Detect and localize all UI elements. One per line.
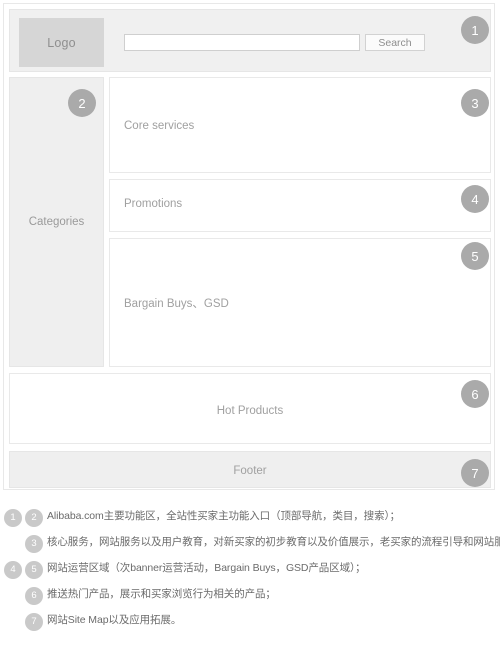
search-input[interactable] [124,34,360,51]
legend-badge-1: 1 [4,509,22,527]
legend-badge-7: 7 [25,613,43,631]
step-badge-3: 3 [461,89,489,117]
legend-text: Alibaba.com主要功能区，全站性买家主功能入口（顶部导航，类目，搜索）； [47,510,401,522]
legend-item: 6 推送热门产品，展示和买家浏览行为相关的产品； [0,583,500,609]
logo-label: Logo [47,35,76,50]
legend-badge-6: 6 [25,587,43,605]
step-badge-2: 2 [68,89,96,117]
panel-core-services-label: Core services [124,120,195,132]
legend-badge-2: 2 [25,509,43,527]
panel-core-services[interactable]: Core services [109,77,491,173]
panel-bargain-buys-gsd[interactable]: Bargain Buys、GSD [109,238,491,367]
legend-text: 推送热门产品，展示和买家浏览行为相关的产品； [47,588,276,600]
panel-footer-label: Footer [233,465,267,477]
legend-item: 1 2 Alibaba.com主要功能区，全站性买家主功能入口（顶部导航，类目，… [0,505,500,531]
wireframe-container: Logo Search 1 Categories 2 Core services… [3,3,495,490]
step-badge-5: 5 [461,242,489,270]
legend-item: 7 网站Site Map以及应用拓展。 [0,609,500,635]
legend-list: 1 2 Alibaba.com主要功能区，全站性买家主功能入口（顶部导航，类目，… [0,505,500,635]
header-panel: Logo Search [9,9,491,72]
categories-label: Categories [28,216,85,228]
legend-badge-4: 4 [4,561,22,579]
step-badge-6: 6 [461,380,489,408]
legend-item: 4 5 网站运营区域（次banner运营活动，Bargain Buys，GSD产… [0,557,500,583]
legend-text: 网站运营区域（次banner运营活动，Bargain Buys，GSD产品区域）… [47,562,366,574]
panel-footer[interactable]: Footer [9,451,491,488]
panel-promotions-label: Promotions [124,198,183,210]
panel-promotions[interactable]: Promotions [109,179,491,232]
step-badge-1: 1 [461,16,489,44]
search-button[interactable]: Search [365,34,425,51]
panel-hot-products[interactable]: Hot Products [9,373,491,444]
panel-bargain-buys-gsd-label: Bargain Buys、GSD [124,298,229,310]
legend-badge-3: 3 [25,535,43,553]
legend-text: 核心服务，网站服务以及用户教育，对新买家的初步教育以及价值展示，老买家的流程引导… [47,536,500,548]
step-badge-7: 7 [461,459,489,487]
step-badge-4: 4 [461,185,489,213]
logo-placeholder: Logo [19,18,104,67]
legend-item: 3 核心服务，网站服务以及用户教育，对新买家的初步教育以及价值展示，老买家的流程… [0,531,500,557]
legend-text: 网站Site Map以及应用拓展。 [47,614,182,626]
categories-sidebar[interactable]: Categories [9,77,104,367]
panel-hot-products-label: Hot Products [216,405,284,417]
legend-badge-5: 5 [25,561,43,579]
